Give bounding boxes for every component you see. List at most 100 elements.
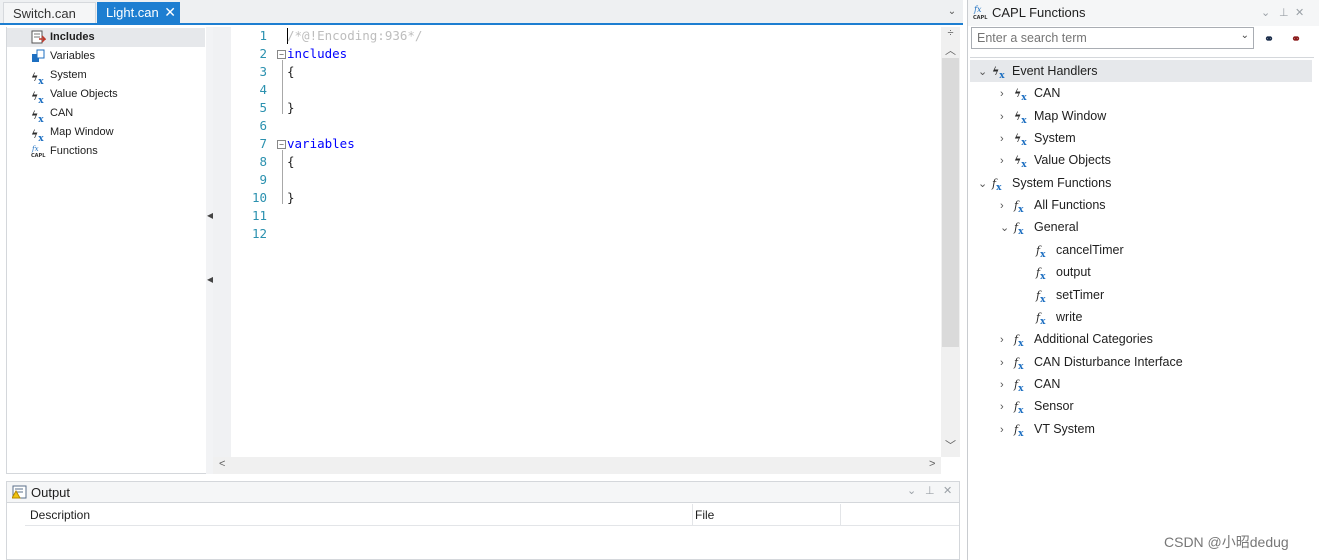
tree-node-label: General [1034,220,1079,235]
outline-item-includes[interactable]: Includes [7,28,205,47]
collapsed-chevron-icon[interactable]: › [1000,419,1014,441]
close-panel-icon[interactable]: ✕ [1295,6,1304,19]
collapsed-chevron-icon[interactable]: › [1000,195,1014,217]
svg-text:CAPL: CAPL [973,15,988,20]
collapsed-chevron-icon[interactable]: › [1000,83,1014,105]
tab-label: Switch.can [13,6,76,21]
tree-node[interactable]: › ϟx Value Objects [970,149,1312,171]
tree-node-label: All Functions [1034,198,1106,213]
outline-item-label: Map Window [50,126,114,138]
outline-item-label: Value Objects [50,88,118,100]
clear-search-binoculars-icon[interactable]: ⚭ [1291,32,1301,46]
tab-light-can[interactable]: Light.can ✕ [97,2,180,23]
tree-node-label: Sensor [1034,399,1074,414]
output-icon [11,485,27,502]
tree-node[interactable]: › ϟx Map Window [970,105,1312,127]
outline-item-functions[interactable]: fx CAPL Functions [31,142,98,161]
scroll-up-icon[interactable]: ︿ [941,42,960,58]
tree-node[interactable]: › fx CAN Disturbance Interface [970,351,1312,373]
tab-list-dropdown-icon[interactable]: ⌄ [945,4,959,20]
find-binoculars-icon[interactable]: ⚭ [1264,32,1274,46]
code-editor[interactable]: 1 /*@!Encoding:936*/ 2 − includes 3 { 4 … [231,27,941,457]
expanded-chevron-icon[interactable]: ⌄ [978,173,992,195]
tree-node[interactable]: fx output [970,261,1312,283]
collapsed-chevron-icon[interactable]: › [1000,150,1014,172]
tree-node-label: CAN [1034,86,1061,101]
column-header-file[interactable]: File [695,508,714,522]
tree-node[interactable]: › fx VT System [970,418,1312,440]
tree-node[interactable]: › ϟx System [970,127,1312,149]
close-tab-icon[interactable]: ✕ [164,2,176,23]
tree-node-label: output [1056,265,1091,280]
chevron-down-icon[interactable]: ⌄ [1241,30,1249,41]
collapsed-chevron-icon[interactable]: › [1000,352,1014,374]
tree-node[interactable]: ⌄ ϟx Event Handlers [970,60,1312,82]
tree-node-label: System Functions [1012,175,1112,190]
split-view-icon[interactable]: ÷ [941,27,960,39]
scroll-left-icon[interactable]: < [219,458,225,470]
tree-node-label: CAN [1034,376,1061,391]
editor-vertical-scrollbar[interactable]: ÷ ︿ ﹀ [941,27,960,457]
tree-node[interactable]: › fx Additional Categories [970,328,1312,350]
tree-node[interactable]: › fx CAN [970,373,1312,395]
scroll-right-icon[interactable]: > [929,458,935,470]
pin-icon[interactable]: ⊥ [925,484,935,497]
scroll-down-icon[interactable]: ﹀ [941,437,960,453]
tree-node[interactable]: ⌄ fx System Functions [970,172,1312,194]
tree-node-label: cancelTimer [1056,242,1124,257]
outline-item-can[interactable]: ϟx CAN [31,104,73,126]
includes-icon [31,30,47,44]
outline-item-label: Includes [50,31,95,43]
fold-toggle-icon[interactable]: − [277,140,286,149]
capl-function-tree: ⌄ ϟx Event Handlers › ϟx CAN › ϟx Map Window › ϟx S… [970,57,1314,560]
event-fx-icon: ϟx [31,109,44,126]
code-line: { [287,154,295,169]
tree-node[interactable]: ⌄ fx General [970,216,1312,238]
search-input[interactable] [975,29,1230,47]
expanded-chevron-icon[interactable]: ⌄ [978,61,992,83]
capl-functions-icon: fx CAPL [973,4,988,23]
code-line-comment: /*@!Encoding:936*/ [287,28,423,43]
close-panel-icon[interactable]: ✕ [943,484,952,497]
collapsed-chevron-icon[interactable]: › [1000,128,1014,150]
search-combobox[interactable]: ⌄ [971,27,1254,49]
tree-node[interactable]: › ϟx CAN [970,82,1312,104]
panel-menu-icon[interactable]: ⌄ [1261,6,1270,19]
tab-label: Light.can [106,5,159,20]
tab-switch-can[interactable]: Switch.can [3,2,96,23]
tree-node[interactable]: › fx All Functions [970,194,1312,216]
editor-margin [213,27,231,457]
fold-toggle-icon[interactable]: − [277,50,286,59]
outline-item-variables[interactable]: Variables [31,47,95,66]
pin-icon[interactable]: ⊥ [1279,6,1289,19]
tree-node[interactable]: fx cancelTimer [970,239,1312,261]
outline-item-system[interactable]: ϟx System [31,66,87,87]
tree-node[interactable]: fx setTimer [970,284,1312,306]
expanded-chevron-icon[interactable]: ⌄ [1000,217,1014,239]
line-number: 11 [251,208,267,223]
tree-node-label: VT System [1034,421,1095,436]
variables-icon [31,49,47,63]
scrollbar-thumb[interactable] [942,58,959,347]
tree-node-label: Map Window [1034,108,1107,123]
collapsed-chevron-icon[interactable]: › [1000,374,1014,396]
event-fx-icon: ϟx [31,90,44,107]
outline-item-value-objects[interactable]: ϟx Value Objects [31,85,118,107]
tree-node[interactable]: › fx Sensor [970,395,1312,417]
column-header-description[interactable]: Description [30,508,90,522]
tree-node-label: CAN Disturbance Interface [1034,354,1183,369]
fx-icon: fx [1014,422,1024,439]
collapsed-chevron-icon[interactable]: › [1000,329,1014,351]
code-line: } [287,190,295,205]
collapsed-chevron-icon[interactable]: › [1000,396,1014,418]
tree-node[interactable]: fx write [970,306,1312,328]
collapsed-chevron-icon[interactable]: › [1000,106,1014,128]
line-number: 3 [259,64,267,79]
editor-horizontal-scrollbar[interactable]: < > [213,457,941,474]
line-number: 9 [259,172,267,187]
outline-item-map-window[interactable]: ϟx Map Window [31,123,114,144]
panel-menu-icon[interactable]: ⌄ [907,484,916,497]
output-panel: Output ⌄ ⊥ ✕ Description File [6,481,960,560]
line-number: 1 [259,28,267,43]
pane-splitter[interactable]: ◀ ◀ [206,27,213,474]
